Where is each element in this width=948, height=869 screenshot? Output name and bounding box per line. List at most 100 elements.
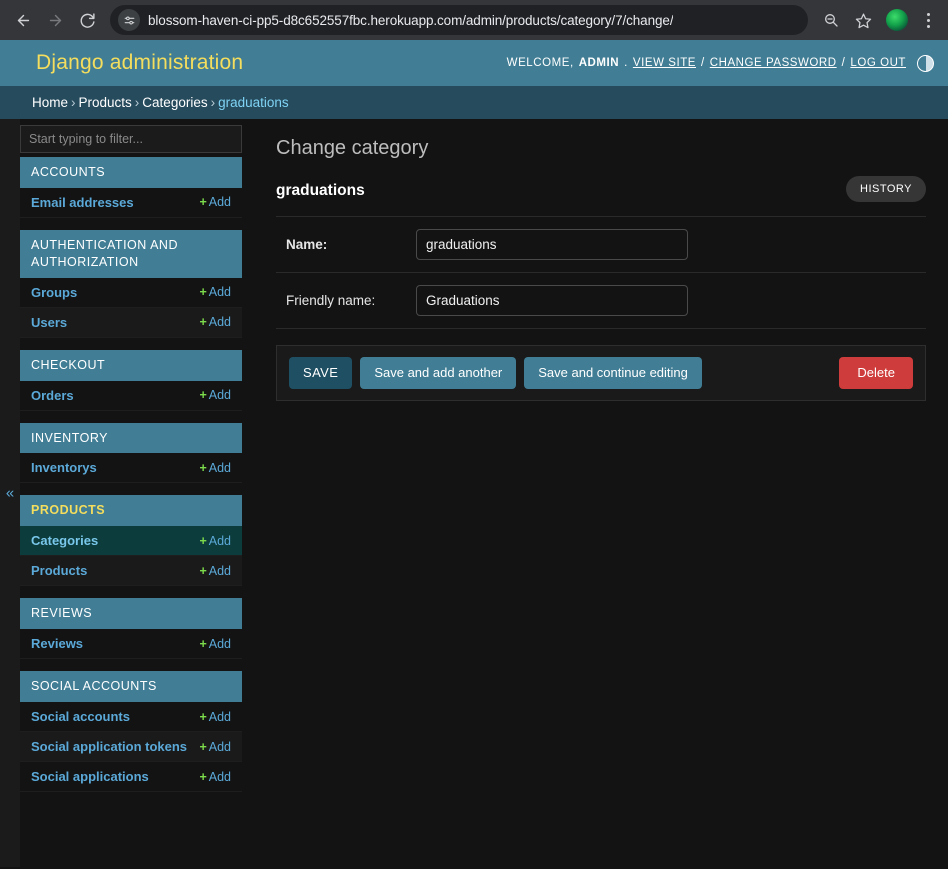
plus-icon: + <box>199 285 207 300</box>
plus-icon: + <box>199 533 207 548</box>
object-tools: HISTORY <box>846 176 926 202</box>
sidebar-item-label[interactable]: Reviews <box>31 636 83 651</box>
save-and-continue-button[interactable]: Save and continue editing <box>524 357 702 390</box>
back-button[interactable] <box>8 5 38 35</box>
sidebar-item-categories[interactable]: Categories + Add <box>20 526 242 557</box>
sidebar-item-label[interactable]: Inventorys <box>31 460 97 475</box>
delete-button[interactable]: Delete <box>839 357 913 390</box>
sidebar-app-title[interactable]: SOCIAL ACCOUNTS <box>20 671 242 702</box>
history-button[interactable]: HISTORY <box>846 176 926 202</box>
plus-icon: + <box>199 563 207 578</box>
sidebar-filter-input[interactable] <box>20 125 242 153</box>
username: ADMIN <box>578 57 620 69</box>
reload-icon <box>80 12 95 28</box>
add-link[interactable]: + Add <box>199 195 231 209</box>
sidebar-item-label[interactable]: Groups <box>31 285 77 300</box>
sidebar-item-label[interactable]: Users <box>31 315 67 330</box>
breadcrumb-model[interactable]: Categories <box>142 95 207 110</box>
add-link[interactable]: + Add <box>199 388 231 402</box>
sidebar-app-title[interactable]: REVIEWS <box>20 598 242 630</box>
add-link-label: Add <box>208 769 231 784</box>
sidebar-app-block: AUTHENTICATION AND AUTHORIZATION Groups + A… <box>20 229 242 338</box>
sidebar-item-label[interactable]: Social application tokens <box>31 739 187 754</box>
add-link[interactable]: + Add <box>199 740 231 754</box>
sidebar-item-users[interactable]: Users + Add <box>20 307 242 338</box>
address-bar[interactable]: blossom-haven-ci-pp5-d8c652557fbc.heroku… <box>110 5 808 35</box>
change-form: Name: Friendly name: <box>276 216 926 329</box>
forward-arrow-icon <box>49 14 61 26</box>
sidebar-app-title[interactable]: CHECKOUT <box>20 349 242 381</box>
sidebar-app-block: CHECKOUT Orders + Add <box>20 349 242 411</box>
breadcrumb-sep-3: › <box>210 95 216 110</box>
sidebar-item-inventorys[interactable]: Inventorys + Add <box>20 453 242 484</box>
plus-icon: + <box>199 709 207 724</box>
browser-toolbar: blossom-haven-ci-pp5-d8c652557fbc.heroku… <box>0 0 948 40</box>
sidebar-item-label[interactable]: Social applications <box>31 769 149 784</box>
profile-avatar-icon[interactable] <box>886 9 908 31</box>
breadcrumb-sep-1: › <box>71 95 76 110</box>
breadcrumb: Home › Products › Categories › graduations <box>0 86 948 119</box>
theme-toggle-icon[interactable] <box>917 54 934 72</box>
add-link-label: Add <box>208 739 231 754</box>
sidebar-item-label[interactable]: Products <box>31 563 87 578</box>
save-button[interactable]: SAVE <box>289 357 353 390</box>
sidebar-app-block: PRODUCTS Categories + Add Products + Add <box>20 495 242 587</box>
sidebar-item-orders[interactable]: Orders + Add <box>20 380 242 411</box>
zoom-out-magnifier-icon <box>825 14 838 27</box>
sidebar-item-email-addresses[interactable]: Email addresses + Add <box>20 187 242 218</box>
sidebar-item-label[interactable]: Email addresses <box>31 195 134 210</box>
sidebar-item-groups[interactable]: Groups + Add <box>20 277 242 308</box>
breadcrumb-app[interactable]: Products <box>79 95 132 110</box>
add-link[interactable]: + Add <box>199 770 231 784</box>
breadcrumb-sep-2: › <box>134 95 140 110</box>
sidebar-app-title[interactable]: AUTHENTICATION AND AUTHORIZATION <box>20 229 242 278</box>
breadcrumb-home[interactable]: Home <box>32 95 68 110</box>
separator-1: / <box>701 57 705 69</box>
plus-icon: + <box>199 769 207 784</box>
collapse-chevron-left-icon[interactable]: « <box>0 486 20 501</box>
add-link[interactable]: + Add <box>199 564 231 578</box>
sidebar-item-social-accounts[interactable]: Social accounts + Add <box>20 702 242 732</box>
sidebar-app-list: ACCOUNTS Email addresses + Add AUTHENTICATIO… <box>20 157 242 792</box>
back-arrow-icon <box>17 14 29 26</box>
form-row: Name: <box>276 216 926 273</box>
add-link[interactable]: + Add <box>199 315 231 329</box>
sidebar-item-products[interactable]: Products + Add <box>20 556 242 587</box>
view-site-link[interactable]: VIEW SITE <box>633 57 696 69</box>
sidebar-item-label[interactable]: Categories <box>31 533 98 548</box>
sidebar-app-block: ACCOUNTS Email addresses + Add <box>20 157 242 218</box>
sidebar-app-title[interactable]: ACCOUNTS <box>20 157 242 188</box>
add-link-label: Add <box>208 460 231 475</box>
add-link-label: Add <box>208 636 231 651</box>
add-link[interactable]: + Add <box>199 534 231 548</box>
field-input[interactable] <box>416 285 688 316</box>
sidebar-item-label[interactable]: Social accounts <box>31 709 130 724</box>
sidebar-toggle[interactable]: « <box>0 119 20 867</box>
site-settings-icon[interactable] <box>118 9 140 31</box>
sidebar-item-social-application-tokens[interactable]: Social application tokens + Add <box>20 732 242 762</box>
log-out-link[interactable]: LOG OUT <box>850 57 906 69</box>
site-branding[interactable]: Django administration <box>36 51 243 75</box>
field-input[interactable] <box>416 229 688 260</box>
sidebar-app-title[interactable]: INVENTORY <box>20 422 242 454</box>
save-and-add-another-button[interactable]: Save and add another <box>360 357 517 390</box>
sidebar-item-label[interactable]: Orders <box>31 388 74 403</box>
admin-sidebar: ACCOUNTSEmail addresses+AddAUTHENTICATIO… <box>20 119 242 867</box>
plus-icon: + <box>199 388 207 402</box>
zoom-out-button[interactable] <box>816 5 846 35</box>
user-tools: WELCOME, ADMIN. VIEW SITE / CHANGE PASSW… <box>507 54 934 72</box>
sidebar-item-reviews[interactable]: Reviews + Add <box>20 629 242 660</box>
sidebar-app-block: REVIEWS Reviews + Add <box>20 598 242 660</box>
forward-button[interactable] <box>40 5 70 35</box>
sidebar-item-social-applications[interactable]: Social applications + Add <box>20 762 242 792</box>
add-link[interactable]: + Add <box>199 710 231 724</box>
sidebar-app-title[interactable]: PRODUCTS <box>20 495 242 527</box>
change-password-link[interactable]: CHANGE PASSWORD <box>710 57 837 69</box>
plus-icon: + <box>199 636 207 651</box>
reload-button[interactable] <box>72 5 102 35</box>
three-dot-menu-icon[interactable] <box>916 5 940 35</box>
add-link[interactable]: + Add <box>199 285 231 299</box>
bookmark-button[interactable] <box>848 5 878 35</box>
add-link[interactable]: + Add <box>199 637 231 651</box>
add-link[interactable]: + Add <box>199 461 231 475</box>
